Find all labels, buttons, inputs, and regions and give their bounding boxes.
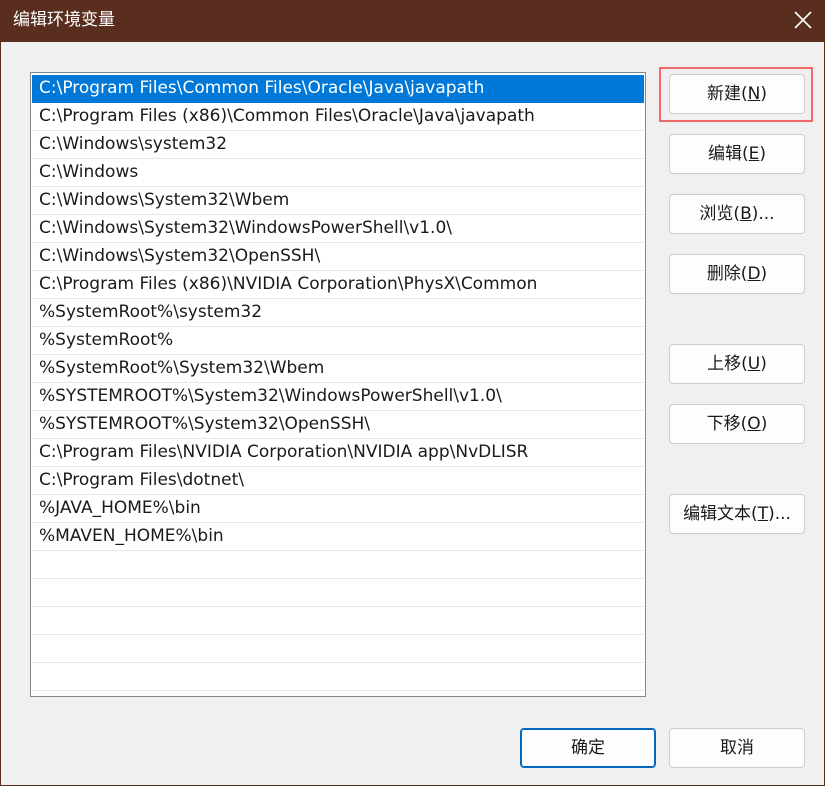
ok-button-label: 确定 — [571, 738, 605, 758]
path-list-item[interactable]: %SystemRoot%\system32 — [32, 299, 644, 327]
close-icon — [794, 11, 812, 29]
path-list-item[interactable]: %JAVA_HOME%\bin — [32, 495, 644, 523]
path-list-item[interactable]: %SystemRoot% — [32, 327, 644, 355]
path-list-item[interactable]: C:\Program Files (x86)\Common Files\Orac… — [32, 103, 644, 131]
path-list-item[interactable]: C:\Windows\system32 — [32, 131, 644, 159]
edit-env-var-dialog: 编辑环境变量 C:\Program Files\Common Files\Ora… — [0, 0, 825, 786]
delete-button-suffix: ) — [760, 264, 768, 284]
cancel-button-label: 取消 — [720, 738, 754, 758]
edit-text-button[interactable]: 编辑文本(T)... — [669, 494, 805, 534]
path-list-empty-row — [32, 551, 644, 579]
delete-button-label: 删除( — [706, 264, 748, 284]
new-button-suffix: ) — [760, 84, 767, 104]
path-list[interactable]: C:\Program Files\Common Files\Oracle\Jav… — [30, 72, 646, 697]
edit-text-button-suffix: )... — [768, 504, 791, 524]
move-down-button-hotkey: O — [747, 414, 761, 434]
move-up-button-suffix: ) — [760, 354, 767, 374]
move-up-button-hotkey: U — [747, 354, 761, 374]
path-list-item[interactable]: %MAVEN_HOME%\bin — [32, 523, 644, 551]
edit-button[interactable]: 编辑(E) — [669, 134, 805, 174]
browse-button-label: 浏览( — [699, 204, 741, 224]
delete-button[interactable]: 删除(D) — [669, 254, 805, 294]
path-list-item[interactable]: C:\Program Files (x86)\NVIDIA Corporatio… — [32, 271, 644, 299]
ok-button[interactable]: 确定 — [520, 728, 656, 768]
edit-text-button-hotkey: T — [757, 504, 769, 524]
cancel-button[interactable]: 取消 — [669, 728, 805, 768]
path-list-item[interactable]: C:\Windows\System32\Wbem — [32, 187, 644, 215]
new-button-label: 新建( — [707, 84, 748, 104]
edit-button-suffix: ) — [759, 144, 767, 164]
move-down-button-suffix: ) — [760, 414, 768, 434]
path-list-empty-row — [32, 635, 644, 663]
path-list-item[interactable]: C:\Windows\System32\OpenSSH\ — [32, 243, 644, 271]
title-bar: 编辑环境变量 — [1, 0, 825, 42]
browse-button[interactable]: 浏览(B)... — [669, 194, 805, 234]
close-button[interactable] — [780, 0, 825, 42]
move-up-button-label: 上移( — [707, 354, 748, 374]
path-list-item[interactable]: %SystemRoot%\System32\Wbem — [32, 355, 644, 383]
edit-button-label: 编辑( — [707, 144, 749, 164]
path-list-item[interactable]: C:\Program Files\Common Files\Oracle\Jav… — [32, 75, 644, 103]
path-list-item[interactable]: C:\Windows\System32\WindowsPowerShell\v1… — [32, 215, 644, 243]
browse-button-suffix: )... — [751, 204, 775, 224]
window-title: 编辑环境变量 — [13, 10, 115, 30]
path-list-item[interactable]: %SYSTEMROOT%\System32\WindowsPowerShell\… — [32, 383, 644, 411]
path-list-empty-row — [32, 663, 644, 691]
path-list-item[interactable]: C:\Windows — [32, 159, 644, 187]
edit-button-hotkey: E — [748, 144, 760, 164]
move-down-button[interactable]: 下移(O) — [669, 404, 805, 444]
delete-button-hotkey: D — [747, 264, 761, 284]
path-list-item[interactable]: %SYSTEMROOT%\System32\OpenSSH\ — [32, 411, 644, 439]
path-list-item[interactable]: C:\Program Files\NVIDIA Corporation\NVID… — [32, 439, 644, 467]
browse-button-hotkey: B — [740, 204, 752, 224]
move-down-button-label: 下移( — [706, 414, 748, 434]
edit-text-button-label: 编辑文本( — [683, 504, 758, 524]
new-button-hotkey: N — [747, 84, 761, 104]
path-list-empty-row — [32, 579, 644, 607]
new-button[interactable]: 新建(N) — [669, 74, 805, 114]
path-list-item[interactable]: C:\Program Files\dotnet\ — [32, 467, 644, 495]
move-up-button[interactable]: 上移(U) — [669, 344, 805, 384]
path-list-empty-row — [32, 607, 644, 635]
